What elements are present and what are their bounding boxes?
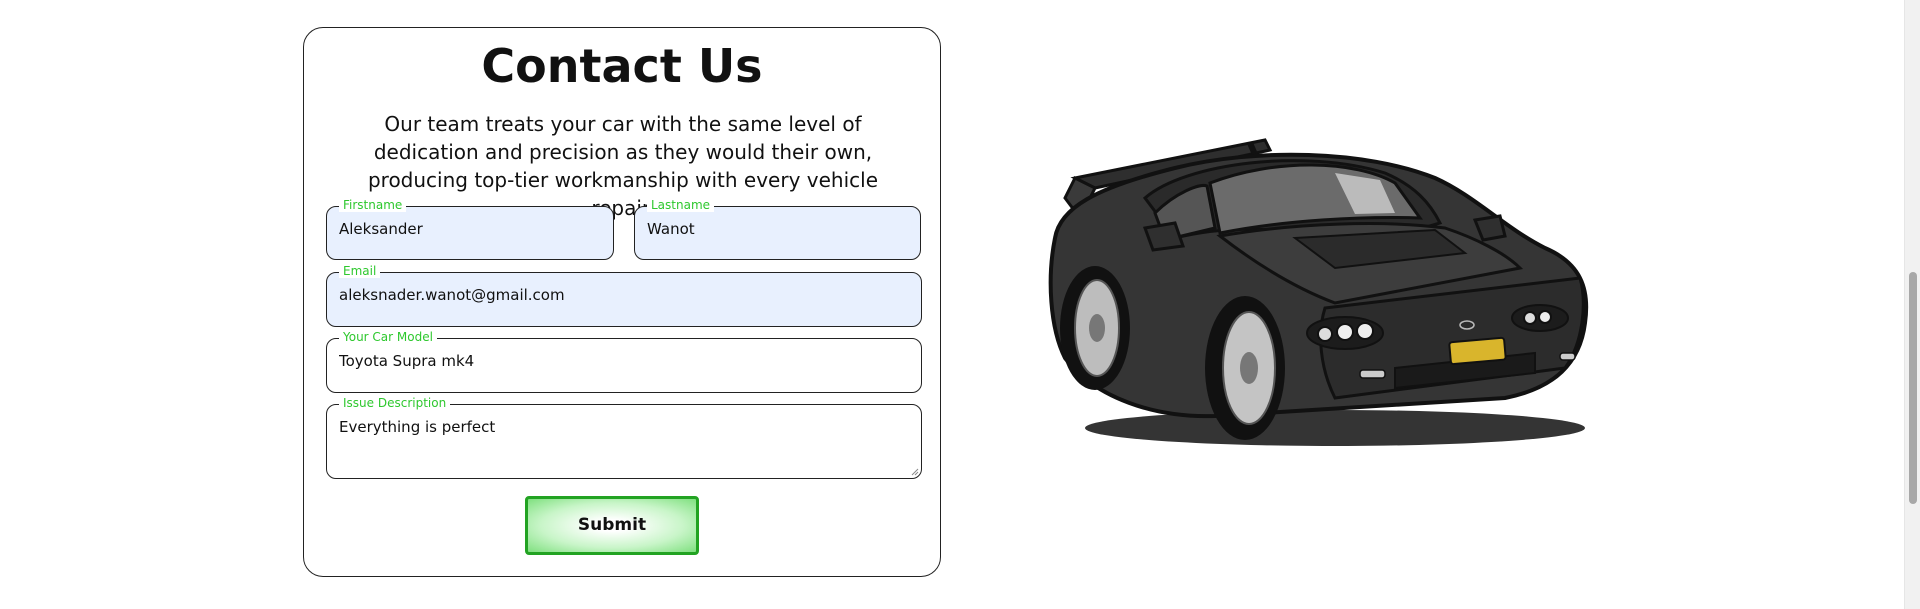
issue-description-value[interactable]: Everything is perfect — [339, 417, 909, 437]
car-model-field[interactable]: Your Car Model Toyota Supra mk4 — [326, 330, 922, 393]
email-legend: Email — [339, 264, 381, 278]
scrollbar-thumb[interactable] — [1909, 272, 1917, 504]
sports-car-image — [1048, 138, 1589, 446]
resize-handle-icon[interactable] — [911, 468, 919, 476]
firstname-field[interactable]: Firstname Aleksander — [326, 198, 614, 260]
page-title: Contact Us — [481, 39, 763, 93]
page-scrollbar[interactable] — [1904, 0, 1920, 609]
contact-card: Contact Us Our team treats your car with… — [303, 27, 941, 577]
issue-description-legend: Issue Description — [339, 396, 451, 410]
email-field[interactable]: Email aleksnader.wanot@gmail.com — [326, 264, 922, 327]
lastname-legend: Lastname — [647, 198, 715, 212]
firstname-legend: Firstname — [339, 198, 407, 212]
car-model-value[interactable]: Toyota Supra mk4 — [339, 351, 909, 371]
issue-description-field[interactable]: Issue Description Everything is perfect — [326, 396, 922, 479]
lastname-value[interactable]: Wanot — [647, 219, 908, 239]
submit-button[interactable]: Submit — [525, 496, 699, 555]
firstname-value[interactable]: Aleksander — [339, 219, 601, 239]
car-model-legend: Your Car Model — [339, 330, 437, 344]
email-value[interactable]: aleksnader.wanot@gmail.com — [339, 285, 909, 305]
lastname-field[interactable]: Lastname Wanot — [634, 198, 921, 260]
page: Contact Us Our team treats your car with… — [0, 0, 1920, 609]
